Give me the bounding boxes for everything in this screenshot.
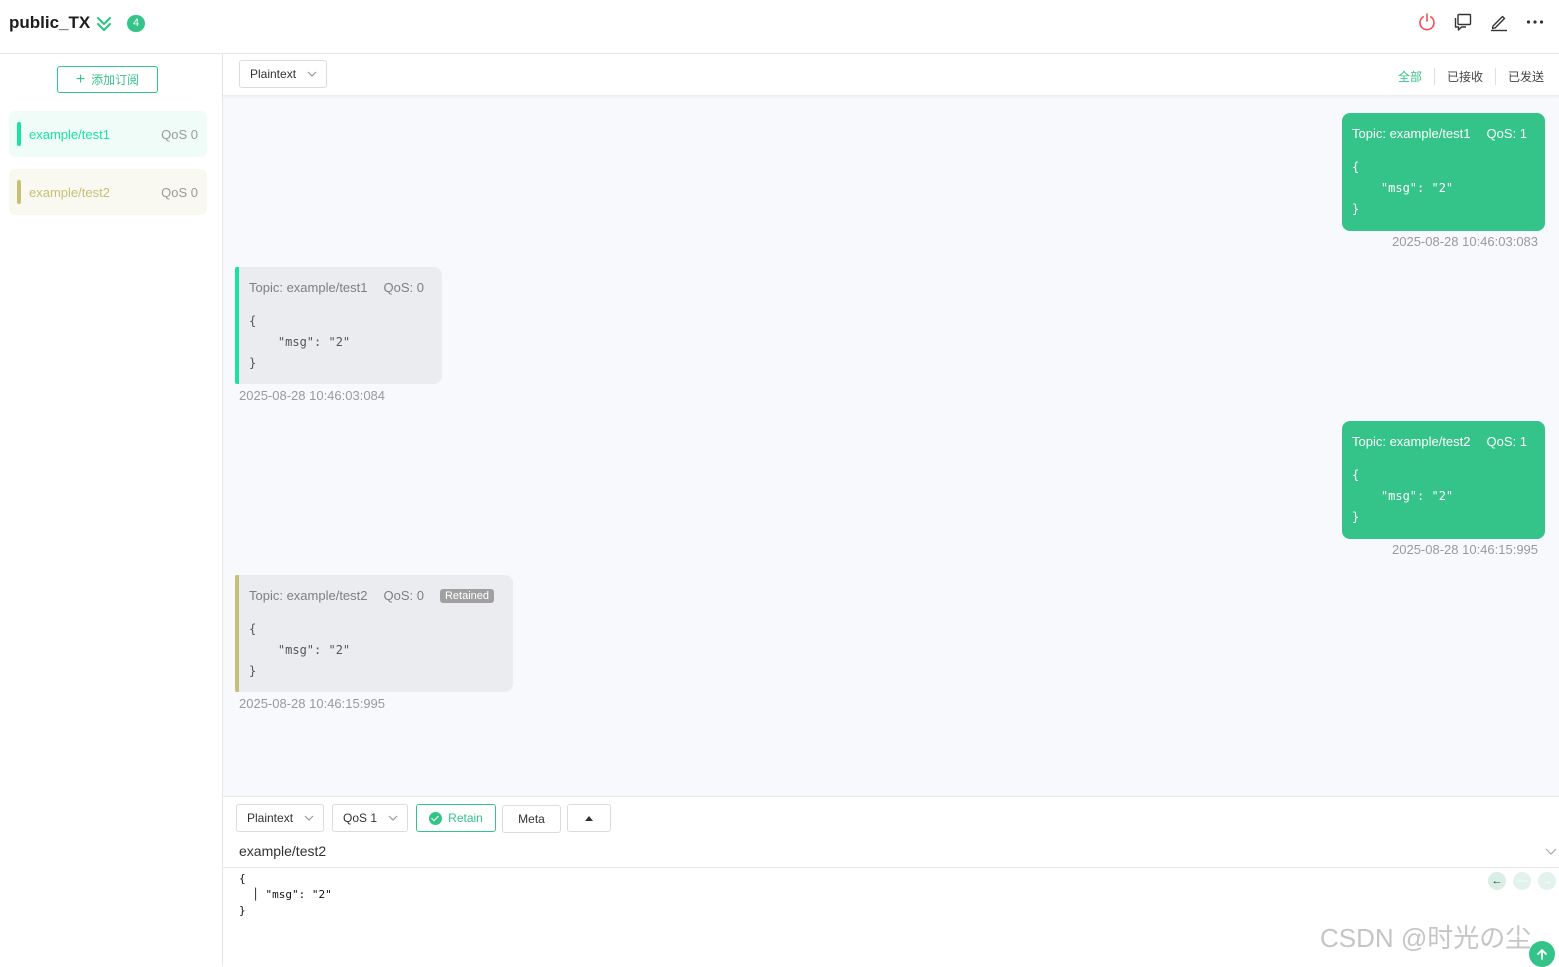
message-topic: Topic: example/test2 [249,588,368,603]
tab-sent[interactable]: 已发送 [1494,68,1556,85]
top-actions [1417,12,1545,32]
payload-editor[interactable]: { │ "msg": "2" } [239,871,332,919]
received-message-bubble: Topic: example/test1 QoS: 0 { "msg": "2"… [235,267,442,384]
chevron-down-icon [307,71,317,77]
retained-badge: Retained [439,588,495,603]
message-topic: Topic: example/test1 [1352,126,1471,141]
message-topic: Topic: example/test2 [1352,434,1471,449]
subscription-sidebar: + 添加订阅 example/test1 QoS 0 example/test2… [0,54,223,966]
subscription-item[interactable]: example/test2 QoS 0 [9,169,207,215]
composer-qos-select[interactable]: QoS 1 [332,804,408,832]
message-timestamp: 2025-08-28 10:46:03:083 [1392,234,1539,249]
message-payload: { "msg": "2" } [1352,160,1454,216]
power-icon[interactable] [1417,12,1437,32]
received-message-bubble: Topic: example/test2 QoS: 0 Retained { "… [235,575,513,692]
composer-format-value: Plaintext [247,811,294,825]
subscription-color-bar [17,122,21,146]
subscription-color-bar [17,180,21,204]
retain-toggle[interactable]: Retain [416,804,496,832]
send-icon [1537,949,1547,960]
message-payload: { "msg": "2" } [249,314,351,370]
message-qos: QoS: 1 [1486,126,1527,141]
composer-format-select[interactable]: Plaintext [236,804,324,832]
message-list[interactable]: Topic: example/test1 QoS: 1 { "msg": "2"… [223,96,1559,796]
composer-qos-value: QoS 1 [343,811,378,825]
add-subscription-button[interactable]: + 添加订阅 [57,66,158,93]
caret-up-icon [585,816,593,821]
sent-message-bubble: Topic: example/test2 QoS: 1 { "msg": "2"… [1342,421,1545,539]
message-timestamp: 2025-08-28 10:46:15:995 [1392,542,1539,557]
connection-name: public_TX [9,13,91,32]
topic-input[interactable]: example/test2 [239,843,1539,859]
meta-button[interactable]: Meta [502,805,561,833]
subscription-topic: example/test2 [29,184,110,200]
chevron-down-icon [304,815,314,821]
subscription-qos: QoS 0 [161,126,198,142]
message-qos: QoS: 0 [383,588,424,603]
message-qos: QoS: 0 [383,280,424,295]
subscription-item[interactable]: example/test1 QoS 0 [9,111,207,157]
message-timestamp: 2025-08-28 10:46:15:995 [239,696,386,711]
arrow-left-icon[interactable]: ← [1488,872,1506,890]
message-qos: QoS: 1 [1486,434,1527,449]
minus-icon[interactable]: — [1513,872,1531,890]
meta-label: Meta [518,812,545,826]
payload-format-select[interactable]: Plaintext [239,60,327,88]
add-subscription-label: 添加订阅 [91,73,140,87]
chevron-down-icon [388,815,398,821]
message-payload: { "msg": "2" } [249,622,351,678]
tab-all[interactable]: 全部 [1386,68,1434,85]
check-icon [429,811,443,825]
message-composer: Plaintext QoS 1 Retain Meta example/test… [223,796,1559,967]
top-bar: public_TX 4 [0,0,1559,54]
subscription-topic: example/test1 [29,126,110,142]
retain-label: Retain [448,811,483,825]
chevron-down-icon[interactable] [1545,845,1557,857]
divider [223,867,1559,868]
messages-icon[interactable] [1453,12,1473,32]
sent-message-bubble: Topic: example/test1 QoS: 1 { "msg": "2"… [1342,113,1545,231]
watermark: CSDN @时光の尘 [1320,923,1532,953]
expand-composer-button[interactable] [567,804,611,832]
edit-icon[interactable] [1489,12,1509,32]
payload-format-value: Plaintext [250,67,297,81]
message-topic: Topic: example/test1 [249,280,368,295]
tab-received[interactable]: 已接收 [1433,68,1495,85]
plus-icon: + [75,70,86,88]
more-icon[interactable] [1525,12,1545,32]
send-button[interactable] [1529,941,1555,967]
main-panel: Plaintext 全部 已接收 已发送 Topic: example/test… [223,54,1559,967]
arrow-right-icon[interactable]: → [1538,872,1556,890]
message-payload: { "msg": "2" } [1352,468,1454,524]
subscription-qos: QoS 0 [161,184,198,200]
message-type-tabs: 全部 已接收 已发送 [1386,68,1556,85]
expand-icon[interactable] [95,14,113,34]
message-timestamp: 2025-08-28 10:46:03:084 [239,388,386,403]
message-filter-bar: Plaintext 全部 已接收 已发送 [223,54,1559,96]
count-badge: 4 [127,15,145,32]
